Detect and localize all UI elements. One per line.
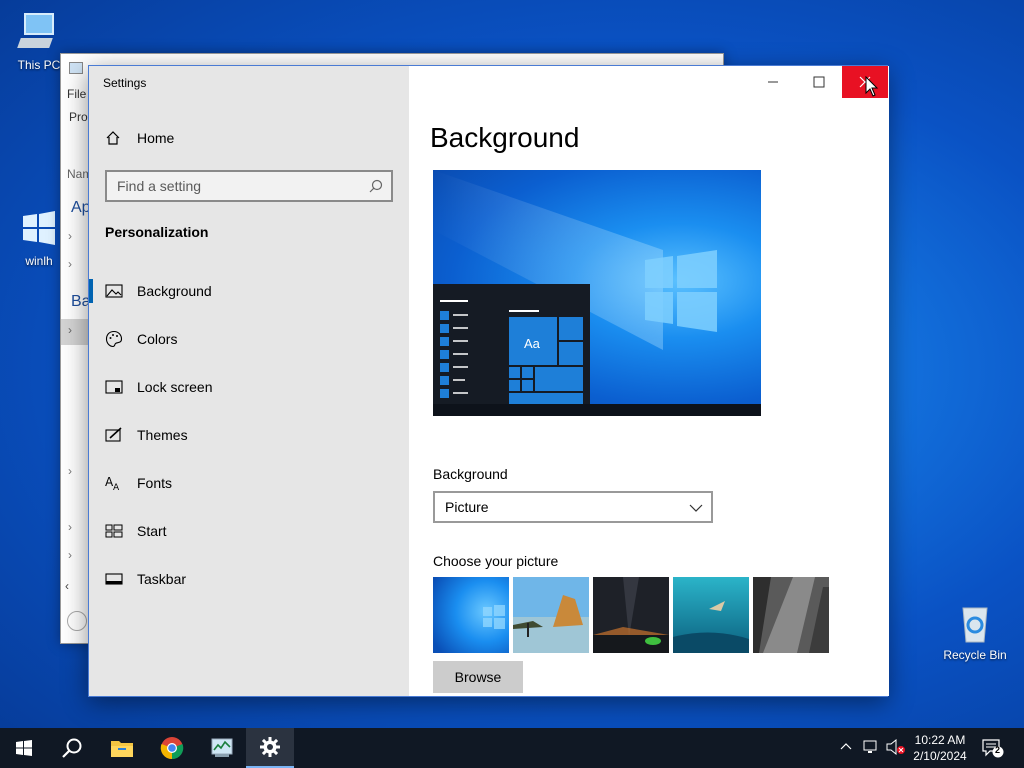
home-label: Home — [137, 130, 175, 146]
minimize-button[interactable] — [750, 66, 796, 98]
background-preview: Aa — [433, 170, 761, 416]
browse-button[interactable]: Browse — [433, 661, 523, 693]
section-title: Personalization — [105, 224, 209, 240]
clock-date: 2/10/2024 — [913, 749, 967, 763]
mouse-cursor-icon — [865, 76, 879, 97]
search-button[interactable] — [48, 728, 96, 768]
maximize-icon — [813, 76, 825, 88]
gear-icon — [260, 737, 280, 757]
explorer-menu-file[interactable]: File — [67, 87, 86, 101]
settings-content: Background Aa Background Picture Choose … — [409, 66, 889, 696]
nav-item-fonts[interactable]: AA Fonts — [89, 463, 409, 503]
nav-item-taskbar[interactable]: Taskbar — [89, 559, 409, 599]
maximize-button[interactable] — [796, 66, 842, 98]
network-icon[interactable] — [862, 739, 880, 758]
search-icon — [369, 179, 383, 193]
background-type-value: Picture — [445, 499, 489, 515]
notification-count: 2 — [995, 745, 1001, 755]
palette-icon — [105, 330, 123, 348]
taskbar-file-explorer[interactable] — [98, 728, 146, 768]
settings-sidebar: Settings Home Find a setting Personaliza… — [89, 66, 409, 696]
search-placeholder: Find a setting — [117, 178, 202, 194]
nav-item-label: Start — [137, 523, 167, 539]
clock[interactable]: 10:22 AM 2/10/2024 — [912, 732, 968, 764]
start-button[interactable] — [0, 728, 48, 768]
choose-picture-label: Choose your picture — [433, 553, 559, 569]
taskbar: 10:22 AM 2/10/2024 2 — [0, 728, 1024, 768]
windows-logo-icon — [17, 206, 61, 250]
explorer-app-icon — [69, 62, 83, 74]
chevron-right-icon[interactable]: › — [68, 229, 72, 243]
lock-screen-icon — [105, 378, 123, 396]
nav-item-start[interactable]: Start — [89, 511, 409, 551]
task-manager-icon — [211, 738, 233, 757]
chevron-right-icon[interactable]: › — [68, 520, 72, 534]
recycle-bin-icon — [953, 600, 997, 644]
folder-icon — [111, 741, 133, 757]
desktop-icon-recycle-bin[interactable]: Recycle Bin — [940, 600, 1010, 662]
chevron-right-icon[interactable]: › — [68, 464, 72, 478]
expand-icon[interactable] — [67, 611, 87, 631]
svg-text:A: A — [113, 483, 120, 491]
nav-item-label: Colors — [137, 331, 178, 347]
action-center-button[interactable]: 2 — [982, 738, 1004, 758]
themes-icon — [105, 426, 123, 444]
page-title: Background — [430, 122, 580, 153]
taskbar-settings[interactable] — [246, 728, 294, 768]
home-nav-item[interactable]: Home — [105, 130, 174, 146]
taskbar-chrome[interactable] — [148, 728, 196, 768]
explorer-address[interactable]: Pro — [69, 110, 88, 124]
fonts-icon: AA — [105, 474, 123, 492]
search-input[interactable]: Find a setting — [105, 170, 393, 202]
windows-start-icon — [16, 740, 32, 756]
chevron-down-icon — [689, 501, 703, 513]
clock-time: 10:22 AM — [914, 733, 966, 747]
chevron-up-icon[interactable] — [840, 740, 852, 754]
nav-item-label: Themes — [137, 427, 188, 443]
nav-item-lock-screen[interactable]: Lock screen — [89, 367, 409, 407]
chrome-icon — [160, 737, 184, 760]
window-title: Settings — [103, 76, 147, 90]
picture-thumbnail[interactable] — [433, 577, 509, 653]
scroll-left-icon[interactable]: ‹ — [65, 579, 69, 593]
preview-tile-text: Aa — [524, 336, 540, 351]
computer-icon — [17, 10, 61, 54]
picture-thumbnail[interactable] — [593, 577, 669, 653]
notification-icon — [982, 739, 1004, 758]
chevron-right-icon[interactable]: › — [68, 257, 72, 271]
settings-window[interactable]: Settings Home Find a setting Personaliza… — [88, 65, 889, 697]
chevron-right-icon[interactable]: › — [61, 319, 89, 345]
nav-item-background[interactable]: Background — [89, 271, 409, 311]
chevron-right-icon[interactable]: › — [68, 548, 72, 562]
minimize-icon — [768, 81, 778, 83]
picture-icon — [105, 282, 123, 300]
background-label: Background — [433, 466, 508, 482]
search-icon — [62, 738, 82, 758]
nav-item-label: Lock screen — [137, 379, 213, 395]
taskbar-icon — [105, 570, 123, 588]
nav-item-themes[interactable]: Themes — [89, 415, 409, 455]
picture-thumbnail[interactable] — [753, 577, 829, 653]
picture-thumbnail[interactable] — [513, 577, 589, 653]
nav-item-label: Taskbar — [137, 571, 187, 587]
nav-item-colors[interactable]: Colors — [89, 319, 409, 359]
nav-item-label: Fonts — [137, 475, 173, 491]
home-icon — [105, 130, 121, 146]
start-icon — [105, 522, 123, 540]
taskbar-task-manager[interactable] — [198, 728, 246, 768]
volume-muted-icon[interactable] — [886, 738, 906, 758]
picture-thumbnail[interactable] — [673, 577, 749, 653]
nav-item-label: Background — [137, 283, 212, 299]
desktop-icon-label: Recycle Bin — [943, 648, 1007, 662]
background-type-select[interactable]: Picture — [433, 491, 713, 523]
